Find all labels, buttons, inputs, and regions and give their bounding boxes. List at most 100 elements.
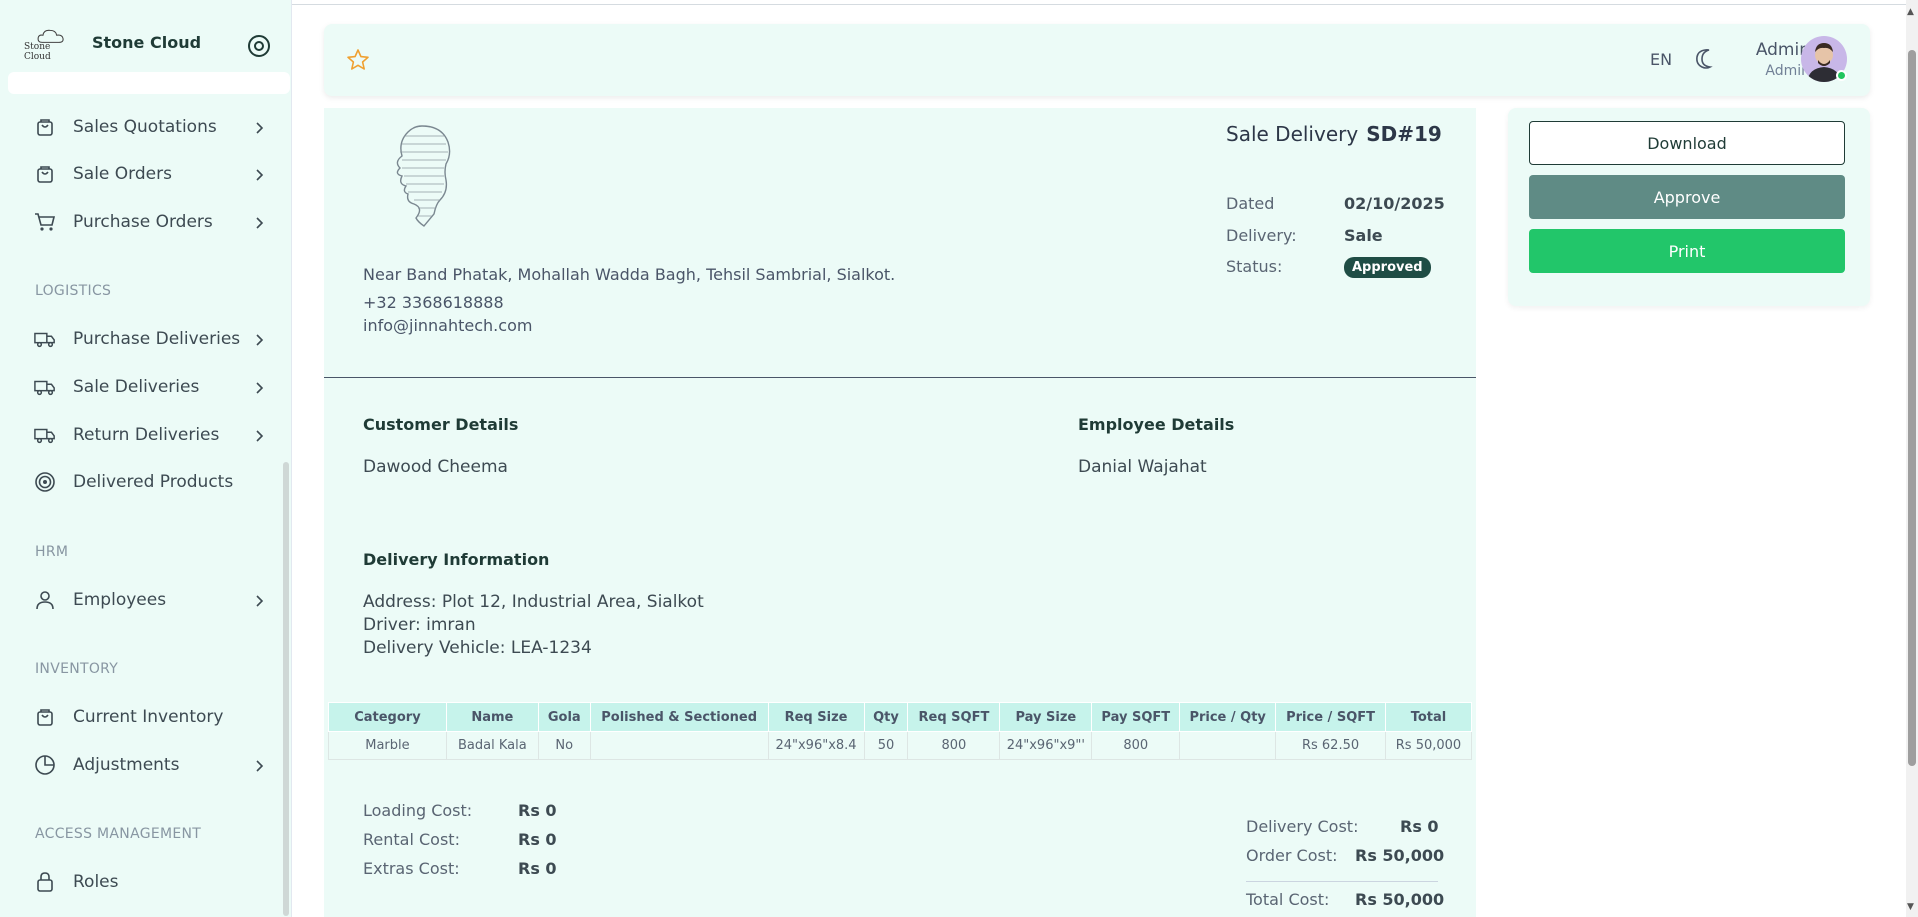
customer-details-heading: Customer Details bbox=[363, 415, 519, 434]
sidebar-item-label: Current Inventory bbox=[73, 707, 224, 727]
column-header: Req SQFT bbox=[907, 702, 1001, 732]
brand-logo: Stone Cloud bbox=[24, 28, 78, 62]
bag-icon bbox=[34, 116, 56, 138]
chevron-right-icon bbox=[252, 120, 266, 134]
brand[interactable]: Stone Cloud Stone Cloud bbox=[24, 28, 201, 62]
language-switcher[interactable]: EN bbox=[1650, 50, 1672, 69]
employee-name: Danial Wajahat bbox=[1078, 457, 1207, 477]
sidebar-shadow-bar bbox=[8, 72, 290, 94]
column-header: Gola bbox=[537, 702, 591, 732]
star-icon[interactable] bbox=[346, 48, 370, 72]
table-cell: No bbox=[537, 731, 591, 760]
employee-details-heading: Employee Details bbox=[1078, 415, 1235, 434]
table-header-row: Category Name Gola Polished & Sectioned … bbox=[328, 702, 1473, 732]
table-cell: 24"x96"x9"' bbox=[999, 731, 1093, 760]
column-header: Polished & Sectioned bbox=[589, 702, 769, 732]
sidebar: Stone Cloud Stone Cloud Sales Quotations… bbox=[0, 0, 292, 917]
sidebar-item-delivered-products[interactable]: Delivered Products bbox=[34, 467, 274, 497]
document-title: Sale Delivery SD#19 bbox=[1226, 122, 1442, 146]
truck-icon bbox=[34, 424, 56, 446]
column-header: Price / SQFT bbox=[1275, 702, 1386, 732]
chevron-right-icon bbox=[252, 332, 266, 346]
column-header: Pay SQFT bbox=[1091, 702, 1181, 732]
delivery-information-heading: Delivery Information bbox=[363, 550, 550, 569]
document-type: Sale Delivery bbox=[1226, 122, 1359, 146]
loading-cost-label: Loading Cost: bbox=[363, 801, 473, 820]
download-button[interactable]: Download bbox=[1529, 121, 1845, 165]
moon-icon[interactable] bbox=[1694, 48, 1716, 70]
column-header: Req Size bbox=[767, 702, 865, 732]
total-cost-label: Total Cost: bbox=[1246, 890, 1330, 909]
status-label: Status: bbox=[1226, 257, 1283, 276]
online-status-dot bbox=[1836, 70, 1847, 81]
bag-icon bbox=[34, 706, 56, 728]
chevron-right-icon bbox=[252, 380, 266, 394]
sidebar-scrollbar[interactable] bbox=[283, 462, 289, 916]
section-logistics: LOGISTICS bbox=[35, 283, 112, 299]
sidebar-toggle-icon[interactable] bbox=[246, 33, 272, 59]
chevron-right-icon bbox=[252, 758, 266, 772]
order-cost-label: Order Cost: bbox=[1246, 846, 1338, 865]
print-button[interactable]: Print bbox=[1529, 229, 1845, 273]
order-cost-value: Rs 50,000 bbox=[1355, 846, 1445, 865]
sidebar-item-label: Adjustments bbox=[73, 755, 180, 775]
page-scrollbar[interactable]: ▲ ▼ bbox=[1906, 0, 1918, 917]
column-header: Total bbox=[1384, 702, 1473, 732]
company-phone: +32 3368618888 bbox=[363, 293, 504, 312]
scrollbar-thumb[interactable] bbox=[1908, 50, 1916, 766]
pie-icon bbox=[34, 754, 56, 776]
sidebar-item-current-inventory[interactable]: Current Inventory bbox=[34, 702, 274, 732]
sidebar-item-label: Sale Orders bbox=[73, 164, 172, 184]
column-header: Qty bbox=[863, 702, 909, 732]
chevron-right-icon bbox=[252, 167, 266, 181]
chevron-right-icon bbox=[252, 428, 266, 442]
delivery-type-label: Delivery: bbox=[1226, 226, 1297, 245]
company-logo bbox=[384, 122, 456, 228]
table-cell: Rs 62.50 bbox=[1275, 731, 1386, 760]
column-header: Category bbox=[328, 702, 447, 732]
sidebar-item-label: Employees bbox=[73, 590, 167, 610]
table-cell: 800 bbox=[907, 731, 1001, 760]
sidebar-item-label: Return Deliveries bbox=[73, 425, 220, 445]
table-row: Marble Badal Kala No 24"x96"x8.4 50 800 … bbox=[328, 731, 1473, 760]
sidebar-item-sale-orders[interactable]: Sale Orders bbox=[34, 159, 274, 189]
extras-cost-label: Extras Cost: bbox=[363, 859, 460, 878]
sidebar-item-purchase-deliveries[interactable]: Purchase Deliveries bbox=[34, 324, 274, 354]
sidebar-item-adjustments[interactable]: Adjustments bbox=[34, 750, 274, 780]
delivery-driver: Driver: imran bbox=[363, 615, 476, 635]
sidebar-item-employees[interactable]: Employees bbox=[34, 585, 274, 615]
bag-icon bbox=[34, 163, 56, 185]
delivery-cost-label: Delivery Cost: bbox=[1246, 817, 1359, 836]
table-cell: 24"x96"x8.4 bbox=[767, 731, 865, 760]
brand-name: Stone Cloud bbox=[92, 32, 202, 52]
sidebar-item-roles[interactable]: Roles bbox=[34, 867, 274, 897]
truck-icon bbox=[34, 328, 56, 350]
delivery-vehicle: Delivery Vehicle: LEA-1234 bbox=[363, 638, 592, 658]
sidebar-item-sales-quotations[interactable]: Sales Quotations bbox=[34, 112, 274, 142]
lock-icon bbox=[34, 871, 56, 893]
approve-button[interactable]: Approve bbox=[1529, 175, 1845, 219]
scroll-down-icon[interactable]: ▼ bbox=[1907, 902, 1914, 912]
chevron-right-icon bbox=[252, 593, 266, 607]
extras-cost-value: Rs 0 bbox=[518, 859, 557, 878]
table-cell bbox=[1179, 731, 1277, 760]
sidebar-item-sale-deliveries[interactable]: Sale Deliveries bbox=[34, 372, 274, 402]
table-cell: Badal Kala bbox=[445, 731, 539, 760]
section-inventory: INVENTORY bbox=[35, 661, 119, 677]
top-bar: EN Admin Admin bbox=[324, 24, 1870, 96]
sidebar-item-label: Delivered Products bbox=[73, 472, 234, 492]
dated-label: Dated bbox=[1226, 194, 1275, 213]
table-cell: 50 bbox=[863, 731, 909, 760]
sidebar-item-purchase-orders[interactable]: Purchase Orders bbox=[34, 207, 274, 237]
items-table: Category Name Gola Polished & Sectioned … bbox=[328, 702, 1473, 760]
status-badge: Approved bbox=[1344, 257, 1431, 278]
sidebar-item-label: Roles bbox=[73, 872, 119, 892]
sidebar-item-return-deliveries[interactable]: Return Deliveries bbox=[34, 420, 274, 450]
brand-logo-text: Stone Cloud bbox=[24, 42, 51, 62]
scroll-up-icon[interactable]: ▲ bbox=[1907, 7, 1914, 17]
column-header: Pay Size bbox=[999, 702, 1093, 732]
rental-cost-label: Rental Cost: bbox=[363, 830, 460, 849]
user-role: Admin bbox=[1765, 63, 1810, 79]
total-divider bbox=[1246, 881, 1438, 882]
sidebar-item-label: Purchase Orders bbox=[73, 212, 213, 232]
